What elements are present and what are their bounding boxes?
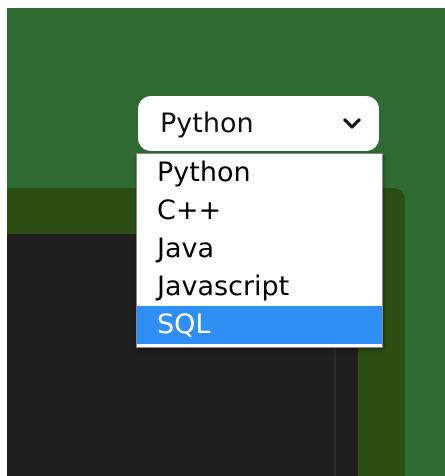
option-sql[interactable]: SQL [137,306,382,344]
option-java[interactable]: Java [137,230,382,268]
option-python[interactable]: Python [137,154,382,192]
chevron-down-icon [337,109,367,139]
option-javascript[interactable]: Javascript [137,268,382,306]
language-select-value: Python [160,108,254,139]
language-select[interactable]: Python [138,96,379,151]
option-cpp[interactable]: C++ [137,192,382,230]
app-background: Python Python C++ Java Javascript SQL [7,8,445,476]
language-dropdown-list: Python C++ Java Javascript SQL [136,153,383,348]
